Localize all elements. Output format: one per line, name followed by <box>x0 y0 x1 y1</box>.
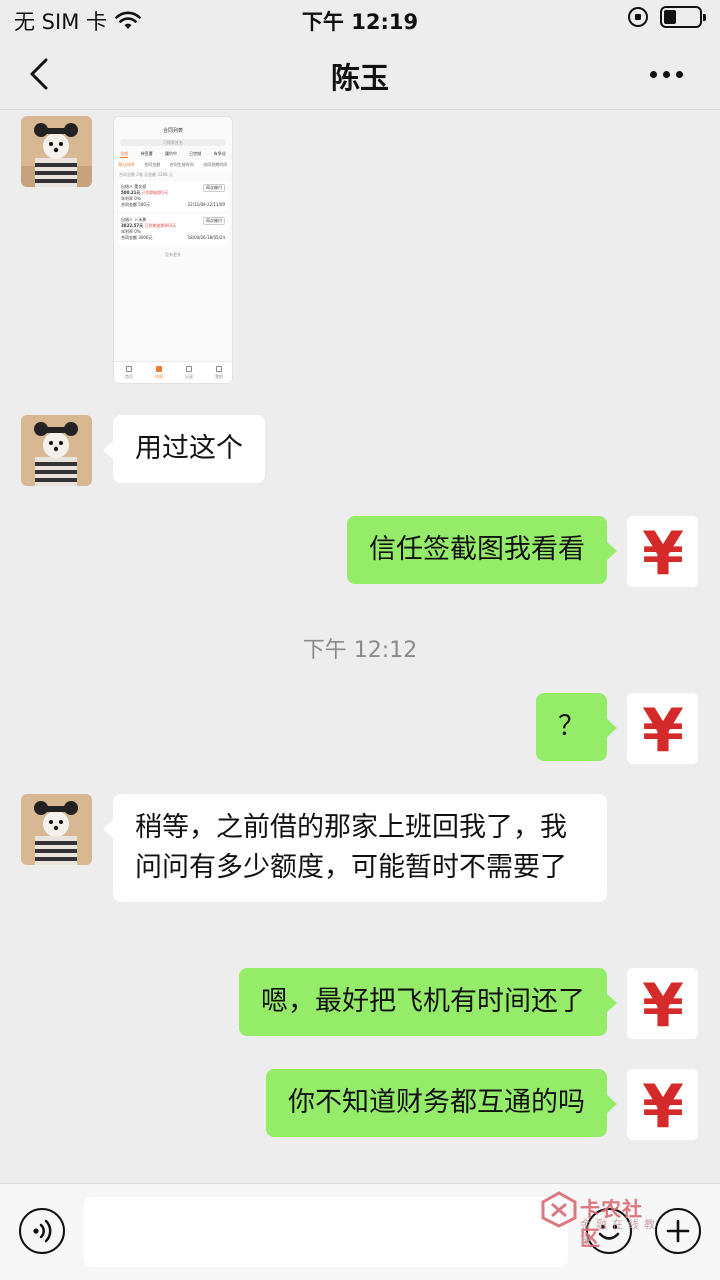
contact-avatar[interactable] <box>21 116 92 187</box>
message-timestamp: 下午 12:12 <box>302 638 418 663</box>
screenshot-tabbar-item: 首页 <box>125 365 133 380</box>
yen-avatar-icon: ¥ <box>627 693 698 764</box>
screenshot-count: 合同总数 2笔 总金额 3368 元 <box>119 172 173 177</box>
card-principal: 合同金额 3000元 <box>121 235 153 240</box>
screenshot-filter: 合同生效时间 <box>169 162 194 167</box>
more-dot-icon <box>663 70 670 78</box>
watermark-badge-icon <box>541 1191 577 1228</box>
more-actions-button[interactable] <box>655 1208 701 1254</box>
screenshot-filters: 默认排序 合同金额 合同生效时间 合同到期时间 <box>114 160 232 169</box>
dog-avatar-icon <box>21 116 92 187</box>
card-amount: 3822.57元 <box>121 223 144 228</box>
screenshot-search: 可搜索姓名 <box>120 139 226 146</box>
card-dates: 18/04/26-18/05/24 <box>187 235 225 240</box>
screenshot-tabbar-item: 合同 <box>155 365 163 380</box>
battery-icon <box>660 6 706 28</box>
svg-text:¥: ¥ <box>642 519 684 587</box>
card-button: 再次催付 <box>203 217 225 225</box>
self-avatar[interactable]: ¥ <box>627 516 698 587</box>
screenshot-filter: 合同到期时间 <box>203 162 228 167</box>
screenshot-card: 出借人 卜永勇 再次催付 3822.57元 已到期逾期893天 年利率 0% 合同… <box>118 214 228 244</box>
card-overdue: 已到期逾期893天 <box>144 223 177 228</box>
rotation-lock-icon <box>628 7 648 27</box>
yen-avatar-icon: ¥ <box>627 968 698 1039</box>
screenshot-tabs: 全部 待签署 履约中 已完结 有争议 <box>114 150 232 158</box>
card-party: 卜永勇 <box>134 217 147 222</box>
contact-avatar[interactable] <box>21 794 92 865</box>
screenshot-tabbar-item: 我的 <box>215 365 223 380</box>
svg-text:¥: ¥ <box>642 1072 684 1140</box>
screenshot-tab: 全部 <box>120 151 129 158</box>
card-principal: 合同金额 500元 <box>121 202 150 207</box>
chat-title: 陈玉 <box>330 61 389 95</box>
self-avatar[interactable]: ¥ <box>627 693 698 764</box>
message-bubble-sent[interactable]: 你不知道财务都互通的吗 <box>266 1069 617 1137</box>
card-dates: 22/11/09-22/11/09 <box>187 202 225 207</box>
screenshot-tab: 已完结 <box>189 151 202 156</box>
yen-avatar-icon: ¥ <box>627 1069 698 1140</box>
watermark-subtitle: 金融在线教育 <box>580 1218 660 1247</box>
more-options-button[interactable] <box>650 62 690 86</box>
message-bubble-received[interactable]: 用过这个 <box>103 415 265 483</box>
clock: 下午 12:19 <box>301 10 419 34</box>
status-bar: 无 SIM 卡 下午 12:19 <box>0 0 720 40</box>
dog-avatar-icon <box>21 415 92 486</box>
screenshot-card: 出借人 董文斌 再次催付 500.21元 已到期逾期1天 年利率 0% 合同金额 … <box>118 181 228 211</box>
more-dot-icon <box>676 70 683 78</box>
status-right <box>628 6 706 28</box>
message-input[interactable] <box>84 1197 568 1267</box>
screenshot-filter: 默认排序 <box>118 162 135 167</box>
shared-screenshot-image[interactable]: 合同列表 可搜索姓名 全部 待签署 履约中 已完结 有争议 默认排序 合同金额 … <box>113 116 233 384</box>
card-amount: 500.21元 <box>121 190 141 195</box>
voice-icon <box>33 1219 52 1243</box>
message-bubble-sent[interactable]: 信任签截图我看看 <box>347 516 617 584</box>
message-bubble-received[interactable]: 稍等，之前借的那家上班回我了，我问问有多少额度，可能暂时不需要了 <box>103 794 607 902</box>
chat-header: 陈玉 <box>0 40 720 110</box>
yen-avatar-icon: ¥ <box>627 516 698 587</box>
screenshot-filter: 合同金额 <box>144 162 161 167</box>
card-party-label: 出借人 <box>121 217 133 222</box>
svg-text:¥: ¥ <box>642 696 684 764</box>
screenshot-tab: 有争议 <box>213 151 226 156</box>
screenshot-title: 合同列表 <box>162 128 183 134</box>
screenshot-no-more: 没有更多 <box>165 252 181 257</box>
voice-toggle-button[interactable] <box>19 1208 65 1254</box>
contact-avatar[interactable] <box>21 415 92 486</box>
card-overdue: 已到期逾期1天 <box>141 190 169 195</box>
message-bubble-sent[interactable]: 嗯，最好把飞机有时间还了 <box>239 968 617 1036</box>
screenshot-tab: 待签署 <box>140 151 153 156</box>
watermark-logo: 卡农社区 金融在线教育 <box>540 1190 660 1250</box>
screenshot-tab: 履约中 <box>164 151 177 156</box>
more-dot-icon <box>650 70 657 78</box>
card-button: 再次催付 <box>203 184 225 192</box>
dog-avatar-icon <box>21 794 92 865</box>
self-avatar[interactable]: ¥ <box>627 1069 698 1140</box>
svg-text:¥: ¥ <box>642 971 684 1039</box>
screenshot-tabbar: 首页 合同 记录 我的 <box>114 361 232 383</box>
message-bubble-sent[interactable]: ？ <box>536 693 617 761</box>
card-party-label: 出借人 <box>121 184 133 189</box>
card-party: 董文斌 <box>134 184 147 189</box>
self-avatar[interactable]: ¥ <box>627 968 698 1039</box>
screenshot-tabbar-item: 记录 <box>185 365 193 380</box>
plus-icon <box>666 1219 690 1243</box>
